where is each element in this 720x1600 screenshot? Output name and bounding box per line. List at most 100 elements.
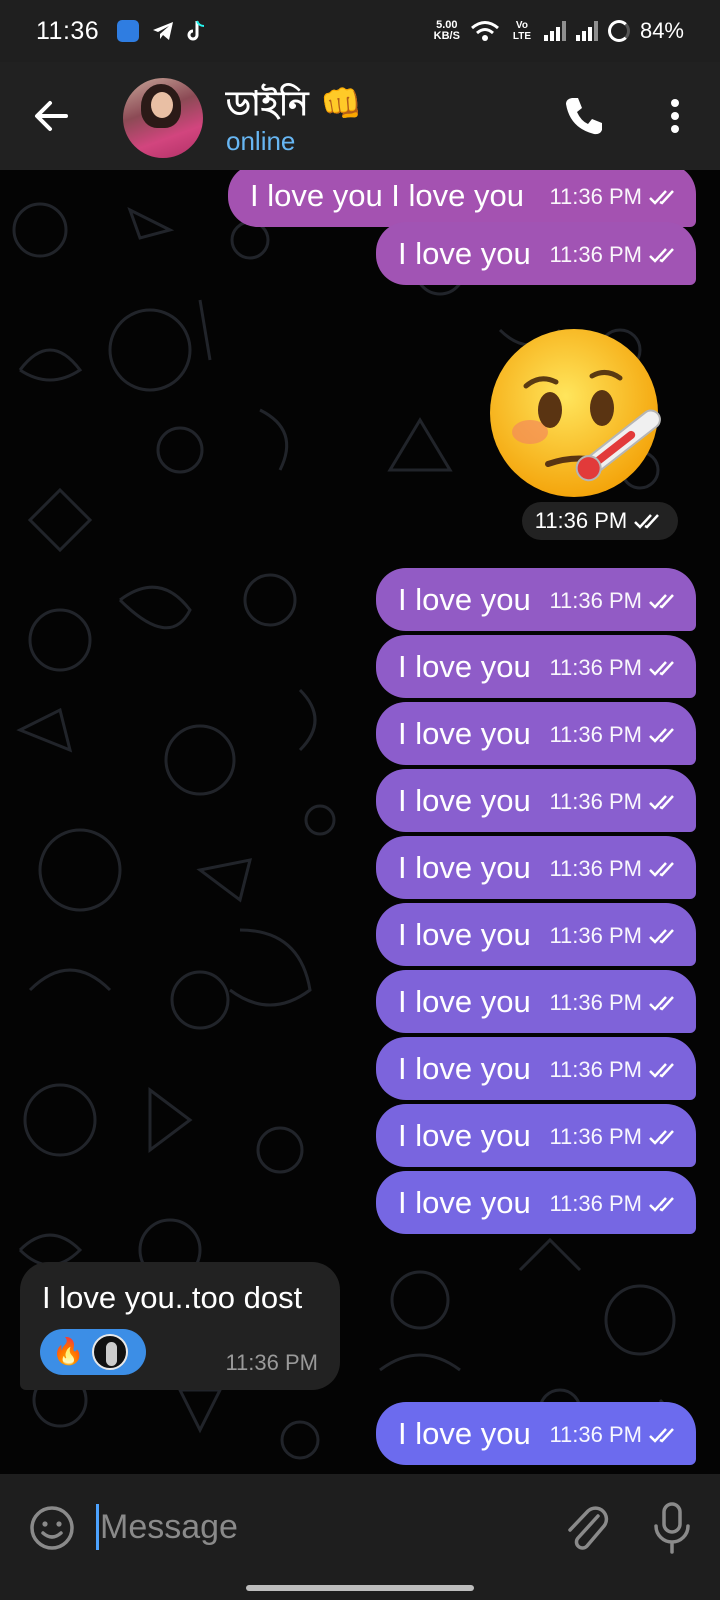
message-meta: 11:36 PM	[549, 789, 680, 815]
message-text: I love you	[398, 235, 531, 271]
signal-icon-2	[575, 21, 598, 41]
message-time: 11:36 PM	[549, 923, 642, 948]
message-time: 11:36 PM	[549, 1422, 642, 1447]
message-meta: 11:36 PM	[549, 1124, 680, 1150]
message-text: I love you	[398, 1184, 531, 1220]
message-time: 11:36 PM	[549, 789, 642, 814]
signal-icon	[543, 21, 566, 41]
message-meta: 11:36 PM	[549, 1422, 680, 1448]
volte-indicator: Vo LTE	[512, 20, 532, 42]
outgoing-message[interactable]: I love you 11:36 PM	[376, 635, 696, 698]
outgoing-message[interactable]: I love you 11:36 PM	[376, 903, 696, 966]
message-text: I love you..too dost	[42, 1280, 303, 1315]
status-right: 5.00 KB/S Vo LTE 84%	[434, 18, 684, 44]
message-text: I love you	[398, 715, 531, 751]
battery-icon	[607, 20, 630, 42]
read-ticks-icon	[649, 1197, 674, 1212]
microphone-icon[interactable]	[652, 1500, 692, 1554]
message-meta: 11:36 PM	[549, 242, 680, 268]
read-ticks-icon	[649, 594, 674, 609]
net-speed: 5.00 KB/S	[433, 19, 460, 42]
message-text: I love you	[398, 1415, 531, 1451]
battery-level: 84%	[639, 18, 684, 43]
message-meta: 11:36 PM	[549, 1057, 680, 1083]
message-time: 11:36 PM	[549, 1124, 642, 1149]
outgoing-message[interactable]: I love you 11:36 PM	[376, 1171, 696, 1234]
read-ticks-icon	[649, 661, 674, 676]
tiktok-icon	[187, 20, 205, 41]
message-text: I love you	[398, 782, 531, 818]
message-time: 11:36 PM	[549, 1191, 642, 1216]
read-ticks-icon	[649, 190, 674, 205]
read-ticks-icon	[649, 1130, 674, 1145]
message-text: I love you	[398, 648, 531, 684]
outgoing-message[interactable]: I love you 11:36 PM	[376, 1402, 696, 1465]
read-ticks-icon	[649, 728, 674, 743]
message-meta: 11:36 PM	[549, 990, 680, 1016]
telegram-chat-screen: 11:36 5.00 KB/S Vo LTE 84% ডাইনি 👊 online	[0, 0, 720, 1600]
attach-icon[interactable]	[562, 1502, 610, 1554]
message-time: 11:36 PM	[549, 242, 642, 267]
message-meta: 11:36 PM	[549, 655, 680, 681]
outgoing-message[interactable]: I love you 11:36 PM	[376, 769, 696, 832]
app-notification-icon	[117, 20, 140, 42]
text-caret	[96, 1504, 99, 1550]
emoji-icon[interactable]	[28, 1504, 76, 1552]
read-ticks-icon	[649, 1063, 674, 1078]
message-time: 11:36 PM	[549, 184, 642, 209]
outgoing-message[interactable]: I love you 11:36 PM	[376, 222, 696, 285]
outgoing-message[interactable]: I love you 11:36 PM	[376, 1104, 696, 1167]
message-time: 11:36 PM	[549, 722, 642, 747]
read-ticks-icon	[649, 862, 674, 877]
message-meta: 11:36 PM	[549, 588, 680, 614]
read-ticks-icon	[649, 248, 674, 263]
more-options-icon[interactable]	[660, 94, 690, 138]
status-bar: 11:36 5.00 KB/S Vo LTE 84%	[0, 0, 720, 62]
read-ticks-icon	[634, 514, 660, 529]
message-meta: 11:36 PM	[549, 923, 680, 949]
message-time: 11:36 PM	[549, 990, 642, 1015]
outgoing-message[interactable]: I love you 11:36 PM	[376, 836, 696, 899]
status-app-icons	[117, 19, 207, 43]
message-meta: 11:36 PM	[549, 184, 680, 210]
outgoing-message[interactable]: I love you I love you 11:36 PM	[228, 170, 696, 227]
message-time: 11:36 PM	[549, 856, 642, 881]
sticker-meta: 11:36 PM	[522, 502, 678, 540]
message-time: 11:36 PM	[534, 508, 628, 533]
read-ticks-icon	[649, 929, 674, 944]
read-ticks-icon	[649, 1428, 674, 1443]
home-indicator[interactable]	[246, 1585, 474, 1591]
contact-status: online	[226, 126, 296, 156]
message-text: I love you I love you	[250, 177, 524, 213]
message-text: I love you	[398, 1117, 531, 1153]
fire-reaction-emoji: 🔥	[52, 1337, 85, 1367]
incoming-message[interactable]: I love you..too dost 🔥 11:36 PM	[20, 1262, 340, 1390]
message-text: I love you	[398, 916, 531, 952]
back-arrow-icon[interactable]	[30, 94, 74, 138]
message-text: I love you	[398, 983, 531, 1019]
read-ticks-icon	[649, 996, 674, 1011]
message-list[interactable]: I love you I love you 11:36 PM I love yo…	[0, 170, 720, 1474]
reaction-chip[interactable]: 🔥	[40, 1329, 146, 1375]
chat-header: ডাইনি 👊 online	[0, 62, 720, 170]
contact-avatar[interactable]	[123, 78, 203, 158]
outgoing-message[interactable]: I love you 11:36 PM	[376, 1037, 696, 1100]
message-input[interactable]	[100, 1502, 530, 1552]
read-ticks-icon	[649, 795, 674, 810]
outgoing-message[interactable]: I love you 11:36 PM	[376, 568, 696, 631]
reactor-avatar	[92, 1334, 129, 1370]
face-with-thermometer-sticker[interactable]	[488, 324, 666, 502]
wifi-icon	[470, 21, 499, 41]
message-time: 11:36 PM	[549, 655, 642, 680]
message-meta: 11:36 PM	[549, 722, 680, 748]
outgoing-message[interactable]: I love you 11:36 PM	[376, 702, 696, 765]
outgoing-message[interactable]: I love you 11:36 PM	[376, 970, 696, 1033]
message-meta: 11:36 PM	[549, 1191, 680, 1217]
phone-call-icon[interactable]	[562, 94, 606, 138]
message-text: I love you	[398, 581, 531, 617]
message-composer	[0, 1474, 720, 1600]
message-text: I love you	[398, 1050, 531, 1086]
message-text: I love you	[398, 849, 531, 885]
status-time: 11:36	[36, 16, 100, 45]
message-time: 11:36 PM	[549, 1057, 642, 1082]
